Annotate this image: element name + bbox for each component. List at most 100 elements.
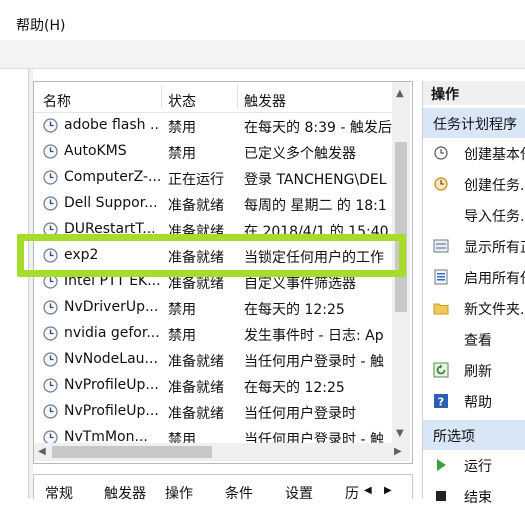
task-trigger: 在每天的 12:25 (244, 302, 345, 318)
clock-icon (43, 118, 58, 133)
task-row[interactable]: NvProfileUp... 准备就绪 在每天的 12:25 (34, 373, 392, 399)
task-trigger: 每周的 星期二 的 18:1 (244, 198, 387, 214)
task-status: 禁用 (168, 146, 196, 162)
task-row[interactable]: ComputerZ-... 正在运行 登录 TANCHENG\DEL (34, 165, 392, 191)
toolbar-band (0, 40, 525, 69)
task-list-header: 名称 状态 触发器 (34, 82, 392, 113)
action-item[interactable]: 新文件夹... (423, 293, 525, 323)
task-name: NvNodeLau... (64, 351, 158, 367)
column-header-status[interactable]: 状态 (168, 91, 196, 111)
action-item[interactable]: 查看 (423, 324, 525, 354)
section-task-scheduler[interactable]: 任务计划程序 (423, 108, 525, 138)
task-status: 准备就绪 (168, 406, 224, 422)
clock-icon (43, 300, 58, 315)
task-row[interactable]: Dell Suppor... 准备就绪 每周的 星期二 的 18:1 (34, 191, 392, 217)
task-name: ComputerZ-... (64, 169, 160, 185)
scroll-left-icon[interactable]: ◀ (38, 446, 46, 457)
selection-highlight-box (17, 234, 406, 277)
tab-actions[interactable]: 操作 (165, 483, 193, 503)
task-status: 禁用 (168, 120, 196, 136)
action-label: 创建任务... (464, 178, 525, 194)
scrollbar-thumb[interactable] (395, 142, 407, 312)
task-row[interactable]: adobe flash ... 禁用 在每天的 8:39 - 触发后 (34, 113, 392, 139)
column-divider[interactable] (161, 85, 162, 109)
action-item[interactable]: 启用所有任 (423, 262, 525, 292)
action-item[interactable]: 刷新 (423, 355, 525, 385)
task-row[interactable]: NvProfileUp... 准备就绪 当任何用户登录时 (34, 399, 392, 425)
scroll-right-icon[interactable]: ▶ (394, 446, 402, 457)
task-row[interactable]: AutoKMS 禁用 已定义多个触发器 (34, 139, 392, 165)
action-item[interactable]: 运行 (423, 450, 525, 480)
svg-text:?: ? (438, 396, 444, 409)
clock-icon (43, 170, 58, 185)
task-status: 准备就绪 (168, 380, 224, 396)
column-header-name[interactable]: 名称 (43, 91, 71, 111)
clock-icon (43, 352, 58, 367)
enable-history-icon (433, 269, 449, 285)
actions-pane-header: 操作 (423, 81, 525, 105)
task-trigger: 发生事件时 - 日志: Ap (244, 328, 384, 344)
menu-help[interactable]: 帮助(H) (16, 15, 65, 35)
detail-tabs: 常规 触发器 操作 条件 设置 历 ◀ ▶ (33, 474, 413, 502)
tab-history[interactable]: 历 (345, 483, 359, 503)
task-trigger: 在每天的 8:39 - 触发后 (244, 120, 392, 136)
action-label: 查看 (464, 333, 492, 349)
task-name: NvDriverUp... (64, 299, 159, 315)
tab-conditions[interactable]: 条件 (225, 483, 253, 503)
section-label: 任务计划程序 (433, 117, 517, 133)
display-running-icon (433, 238, 449, 254)
action-label: 导入任务... (464, 209, 525, 225)
column-divider[interactable] (237, 85, 238, 109)
actions-pane-title: 操作 (431, 87, 459, 103)
task-trigger: 在每天的 12:25 (244, 380, 345, 396)
task-status: 禁用 (168, 302, 196, 318)
clock-icon (43, 378, 58, 393)
actions-pane: 操作 任务计划程序 创建基本任务创建任务... 导入任务... 显示所有正启用所有任… (422, 81, 525, 506)
clock-icon (43, 404, 58, 419)
tab-triggers[interactable]: 触发器 (104, 483, 146, 503)
action-item[interactable]: ? 帮助 (423, 386, 525, 416)
task-name: nvidia gefor... (64, 325, 160, 341)
section-selected-item[interactable]: 所选项 (423, 420, 525, 450)
task-status: 禁用 (168, 328, 196, 344)
task-trigger: 当任何用户登录时 - 触 (244, 354, 384, 370)
action-item[interactable]: 创建基本任务 (423, 138, 525, 168)
run-icon (433, 457, 449, 473)
action-item[interactable]: 显示所有正 (423, 231, 525, 261)
tab-general[interactable]: 常规 (45, 483, 73, 503)
action-item[interactable]: 创建任务... (423, 169, 525, 199)
tab-scroll-left-icon[interactable]: ◀ (364, 485, 372, 496)
scrollbar-thumb[interactable] (52, 446, 212, 458)
section-label: 所选项 (433, 429, 475, 445)
task-trigger: 已定义多个触发器 (244, 146, 356, 162)
task-row[interactable]: NvNodeLau... 准备就绪 当任何用户登录时 - 触 (34, 347, 392, 373)
action-label: 启用所有任 (464, 271, 525, 287)
action-label: 创建基本任务 (464, 147, 525, 163)
action-label: 刷新 (464, 364, 492, 380)
task-trigger: 当任何用户登录时 (244, 406, 356, 422)
task-name: Dell Suppor... (64, 195, 158, 211)
folder-icon (433, 300, 449, 316)
refresh-icon (433, 362, 449, 378)
task-status: 准备就绪 (168, 198, 224, 214)
column-header-trigger[interactable]: 触发器 (244, 91, 286, 111)
action-item[interactable]: 导入任务... (423, 200, 525, 230)
task-name: AutoKMS (64, 143, 127, 159)
action-label: 结束 (464, 490, 492, 506)
task-name: NvProfileUp... (64, 377, 159, 393)
navigation-tree-pane (0, 69, 29, 498)
action-label: 显示所有正 (464, 240, 525, 256)
clock-icon (43, 326, 58, 341)
task-row[interactable]: nvidia gefor... 禁用 发生事件时 - 日志: Ap (34, 321, 392, 347)
action-label: 新文件夹... (464, 302, 525, 318)
scroll-down-icon[interactable]: ▼ (396, 428, 404, 439)
task-name: NvProfileUp... (64, 403, 159, 419)
task-row[interactable]: NvDriverUp... 禁用 在每天的 12:25 (34, 295, 392, 321)
task-status: 正在运行 (168, 172, 224, 188)
tab-settings[interactable]: 设置 (285, 483, 313, 503)
action-item[interactable]: 结束 (423, 481, 525, 511)
create-task-icon (433, 176, 449, 192)
scroll-up-icon[interactable]: ▲ (396, 88, 404, 99)
horizontal-scrollbar[interactable]: ◀ ▶ (34, 443, 410, 461)
tab-scroll-right-icon[interactable]: ▶ (384, 485, 392, 496)
